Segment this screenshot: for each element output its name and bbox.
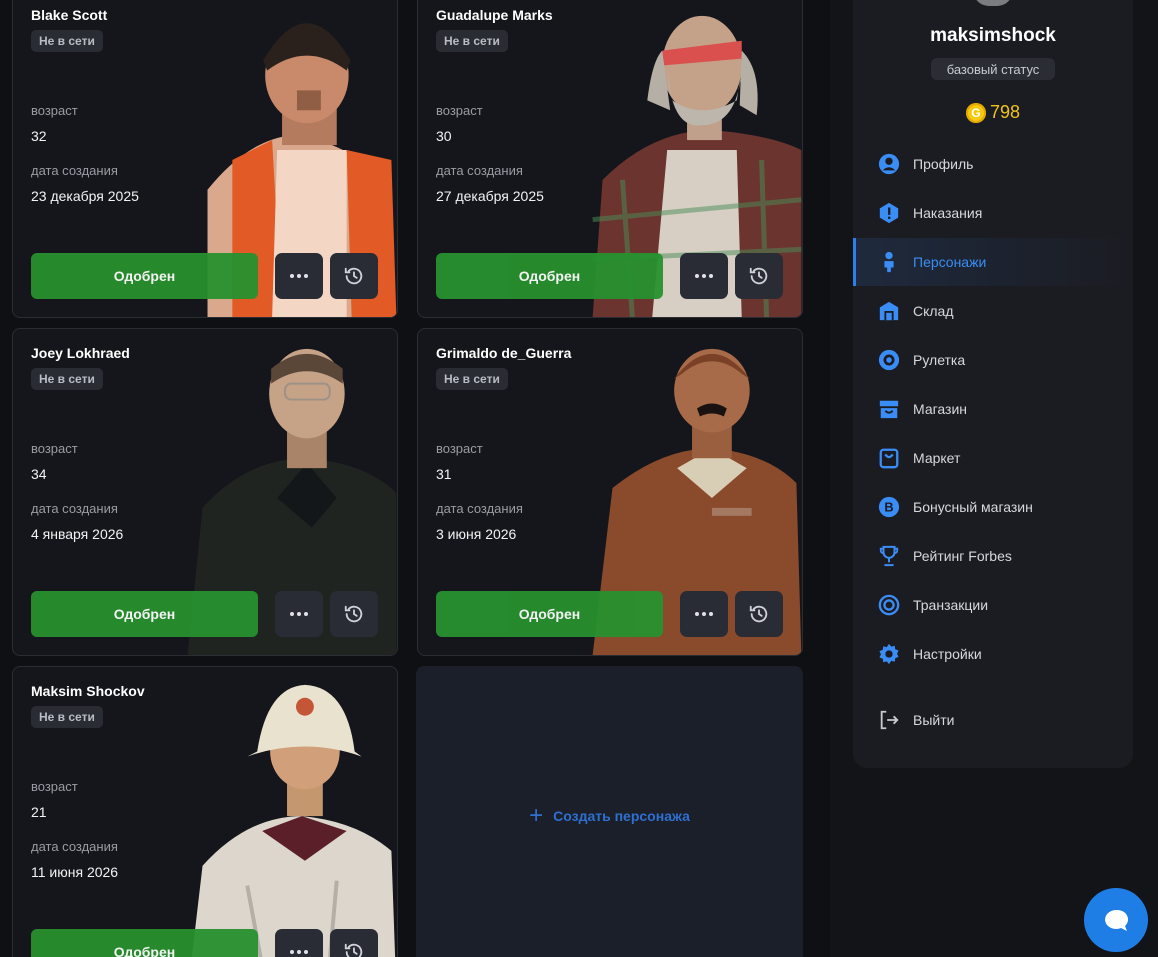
create-character-button[interactable]: + Создать персонажа bbox=[416, 666, 803, 957]
approved-button[interactable]: Одобрен bbox=[436, 253, 663, 299]
more-button[interactable] bbox=[275, 253, 323, 299]
character-name: Grimaldo de_Guerra bbox=[436, 345, 572, 361]
created-value: 3 июня 2026 bbox=[436, 526, 517, 542]
created-label: дата создания bbox=[31, 501, 118, 516]
status-badge: Не в сети bbox=[436, 368, 508, 390]
person-icon bbox=[877, 250, 901, 274]
create-character-label: Создать персонажа bbox=[553, 808, 690, 824]
sidebar-item-store[interactable]: Магазин bbox=[853, 385, 1133, 433]
username: maksimshock bbox=[930, 25, 1056, 46]
status-badge: Не в сети bbox=[436, 30, 508, 52]
age-value: 31 bbox=[436, 466, 452, 482]
more-button[interactable] bbox=[275, 591, 323, 637]
character-card: Maksim Shockov Не в сети возраст 21 дата… bbox=[12, 666, 398, 957]
warning-hexagon-icon bbox=[877, 201, 901, 225]
plus-icon: + bbox=[529, 802, 544, 829]
user-circle-icon bbox=[877, 152, 901, 176]
logout-icon bbox=[877, 708, 901, 732]
age-label: возраст bbox=[436, 103, 483, 118]
age-label: возраст bbox=[31, 441, 78, 456]
more-dots-icon bbox=[695, 612, 713, 616]
history-clock-icon bbox=[344, 605, 363, 623]
character-name: Joey Lokhraed bbox=[31, 345, 130, 361]
more-dots-icon bbox=[695, 274, 713, 278]
character-card: Blake Scott Не в сети возраст 32 дата со… bbox=[12, 0, 398, 318]
character-name: Blake Scott bbox=[31, 7, 108, 23]
age-value: 21 bbox=[31, 804, 47, 820]
approved-button[interactable]: Одобрен bbox=[31, 591, 258, 637]
warehouse-icon bbox=[877, 299, 901, 323]
character-portrait bbox=[191, 684, 396, 957]
approved-button[interactable]: Одобрен bbox=[31, 253, 258, 299]
created-value: 27 декабря 2025 bbox=[436, 188, 544, 204]
created-value: 11 июня 2026 bbox=[31, 864, 119, 880]
status-badge: Не в сети bbox=[31, 30, 103, 52]
avatar[interactable] bbox=[973, 0, 1013, 6]
store-icon bbox=[877, 397, 901, 421]
created-label: дата создания bbox=[436, 163, 523, 178]
history-clock-icon bbox=[749, 267, 768, 285]
trophy-icon bbox=[877, 544, 901, 568]
history-clock-icon bbox=[749, 605, 768, 623]
bonus-b-icon: B bbox=[877, 495, 901, 519]
character-name: Guadalupe Marks bbox=[436, 7, 553, 23]
sidebar-item-characters[interactable]: Персонажи bbox=[853, 238, 1133, 286]
sidebar-item-forbes[interactable]: Рейтинг Forbes bbox=[853, 532, 1133, 580]
more-dots-icon bbox=[290, 612, 308, 616]
gear-icon bbox=[877, 642, 901, 666]
created-value: 23 декабря 2025 bbox=[31, 188, 139, 204]
history-button[interactable] bbox=[330, 253, 378, 299]
more-button[interactable] bbox=[680, 591, 728, 637]
history-button[interactable] bbox=[735, 253, 783, 299]
character-name: Maksim Shockov bbox=[31, 683, 145, 699]
age-label: возраст bbox=[436, 441, 483, 456]
created-value: 4 января 2026 bbox=[31, 526, 124, 542]
more-button[interactable] bbox=[275, 929, 323, 957]
history-button[interactable] bbox=[330, 591, 378, 637]
created-label: дата создания bbox=[31, 839, 118, 854]
more-button[interactable] bbox=[680, 253, 728, 299]
coin-icon: G bbox=[965, 102, 986, 123]
age-value: 30 bbox=[436, 128, 452, 144]
character-card: Joey Lokhraed Не в сети возраст 34 дата … bbox=[12, 328, 398, 656]
profile-sidebar: maksimshock базовый статус G 798 Профиль… bbox=[853, 0, 1133, 768]
approved-button[interactable]: Одобрен bbox=[31, 929, 258, 957]
svg-text:B: B bbox=[884, 500, 893, 515]
sidebar-item-bonus-store[interactable]: B Бонусный магазин bbox=[853, 483, 1133, 531]
coin-balance: G 798 bbox=[853, 102, 1133, 123]
sidebar-item-market[interactable]: Маркет bbox=[853, 434, 1133, 482]
sidebar-item-settings[interactable]: Настройки bbox=[853, 630, 1133, 678]
sidebar-item-punishments[interactable]: Наказания bbox=[853, 189, 1133, 237]
status-badge: Не в сети bbox=[31, 706, 103, 728]
more-dots-icon bbox=[290, 950, 308, 954]
more-dots-icon bbox=[290, 274, 308, 278]
approved-button[interactable]: Одобрен bbox=[436, 591, 663, 637]
age-label: возраст bbox=[31, 779, 78, 794]
history-button[interactable] bbox=[735, 591, 783, 637]
age-value: 32 bbox=[31, 128, 47, 144]
created-label: дата создания bbox=[31, 163, 118, 178]
shopping-bag-icon bbox=[877, 446, 901, 470]
history-clock-icon bbox=[344, 943, 363, 957]
age-value: 34 bbox=[31, 466, 47, 482]
logout-button[interactable]: Выйти bbox=[853, 696, 1133, 744]
character-card: Grimaldo de_Guerra Не в сети возраст 31 … bbox=[417, 328, 803, 656]
sidebar-item-warehouse[interactable]: Склад bbox=[853, 287, 1133, 335]
history-button[interactable] bbox=[330, 929, 378, 957]
status-badge: базовый статус bbox=[931, 58, 1055, 80]
character-card: Guadalupe Marks Не в сети возраст 30 дат… bbox=[417, 0, 803, 318]
sidebar-item-profile[interactable]: Профиль bbox=[853, 140, 1133, 188]
sidebar-item-transactions[interactable]: Транзакции bbox=[853, 581, 1133, 629]
chat-bubble-icon bbox=[1105, 909, 1129, 931]
chat-button[interactable] bbox=[1084, 888, 1148, 952]
coin-amount: 798 bbox=[989, 102, 1021, 122]
coin-transfer-icon bbox=[877, 593, 901, 617]
history-clock-icon bbox=[344, 267, 363, 285]
status-badge: Не в сети bbox=[31, 368, 103, 390]
age-label: возраст bbox=[31, 103, 78, 118]
roulette-icon bbox=[877, 348, 901, 372]
sidebar-item-roulette[interactable]: Рулетка bbox=[853, 336, 1133, 384]
created-label: дата создания bbox=[436, 501, 523, 516]
